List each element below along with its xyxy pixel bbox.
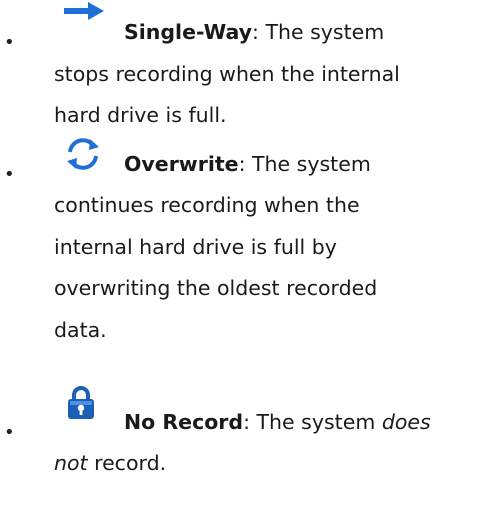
lock-icon [66, 386, 96, 420]
term-no-record: No Record [124, 410, 244, 434]
list-item-line: data. [54, 318, 107, 342]
document-page: • Single-Way: The system stops recording… [0, 0, 495, 510]
list-item-line: not record. [54, 451, 167, 475]
list-item-line: stops recording when the internal [54, 62, 400, 86]
list-item-line: Single-Way: The system [124, 20, 385, 44]
list-item-line: continues recording when the [54, 193, 360, 217]
list-item-line: internal hard drive is full by [54, 235, 337, 259]
bullet: • [4, 422, 15, 443]
refresh-cycle-icon [64, 136, 102, 172]
bullet: • [4, 164, 15, 185]
term-single-way: Single-Way [124, 20, 253, 44]
bullet: • [4, 32, 15, 53]
right-arrow-icon [64, 2, 104, 20]
list-item-line: No Record: The system does [124, 410, 431, 434]
list-item-line: hard drive is full. [54, 103, 227, 127]
list-item-line: Overwrite: The system [124, 152, 371, 176]
term-overwrite: Overwrite [124, 152, 239, 176]
list-item-line: overwriting the oldest recorded [54, 276, 378, 300]
